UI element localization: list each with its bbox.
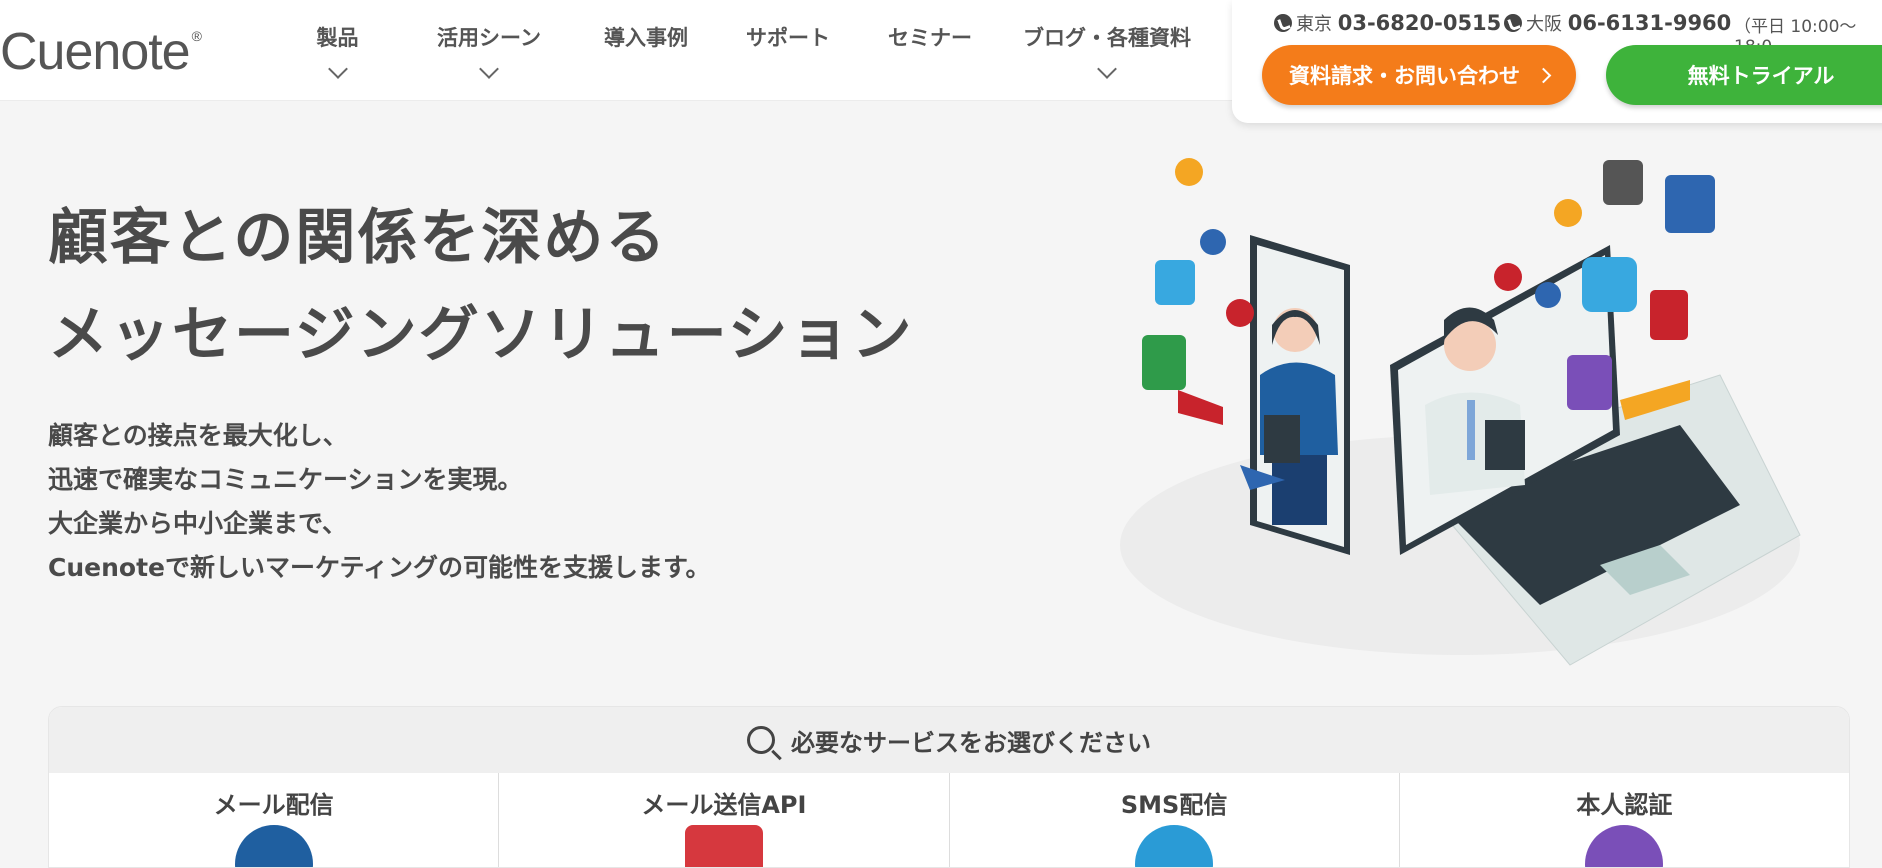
phone-icon <box>1274 14 1292 32</box>
nav-seminar[interactable]: セミナー <box>875 22 985 76</box>
mail-api-icon <box>684 825 763 867</box>
chevron-down-icon <box>1097 59 1117 79</box>
hero-illustration <box>1120 158 1801 666</box>
search-icon <box>747 726 775 754</box>
sms-icon <box>1135 825 1214 867</box>
nav-blog-resources[interactable]: ブログ・各種資料 <box>1017 22 1197 79</box>
main-nav: 製品 活用シーン 導入事例 サポート セミナー ブログ・各種資料 <box>300 22 1197 79</box>
chevron-right-icon <box>1535 67 1552 83</box>
hero-description: 顧客との接点を最大化し、 迅速で確実なコミュニケーションを実現。 大企業から中小… <box>48 421 711 582</box>
service-mail-api[interactable]: メール送信API <box>499 773 950 867</box>
site-header: Cuenote ® 製品 活用シーン 導入事例 サポート セミナー ブログ・各種資… <box>0 0 1882 123</box>
logo[interactable]: Cuenote ® <box>0 22 202 82</box>
phone-osaka[interactable]: 大阪 06-6131-9960 <box>1504 10 1731 36</box>
nav-products[interactable]: 製品 <box>300 22 375 79</box>
inquiry-button[interactable]: 資料請求・お問い合わせ <box>1262 45 1576 105</box>
chevron-down-icon <box>479 59 499 79</box>
service-selector-heading: 必要なサービスをお選びください <box>49 707 1849 773</box>
hero-title: 顧客との関係を深める メッセージングソリューション <box>48 203 914 370</box>
service-authentication[interactable]: 本人認証 <box>1400 773 1849 867</box>
mail-delivery-icon <box>234 825 313 867</box>
chevron-down-icon <box>327 59 348 79</box>
authentication-icon <box>1585 825 1664 867</box>
service-mail-delivery[interactable]: メール配信 <box>49 773 500 867</box>
nav-support[interactable]: サポート <box>733 22 843 76</box>
phone-tokyo[interactable]: 東京 03-6820-0515 <box>1274 10 1501 36</box>
phone-icon <box>1504 14 1522 32</box>
nav-case-studies[interactable]: 導入事例 <box>591 22 701 76</box>
service-sms[interactable]: SMS配信 <box>950 773 1400 867</box>
free-trial-button[interactable]: 無料トライアル <box>1606 45 1882 105</box>
nav-use-cases[interactable]: 活用シーン <box>419 22 559 79</box>
